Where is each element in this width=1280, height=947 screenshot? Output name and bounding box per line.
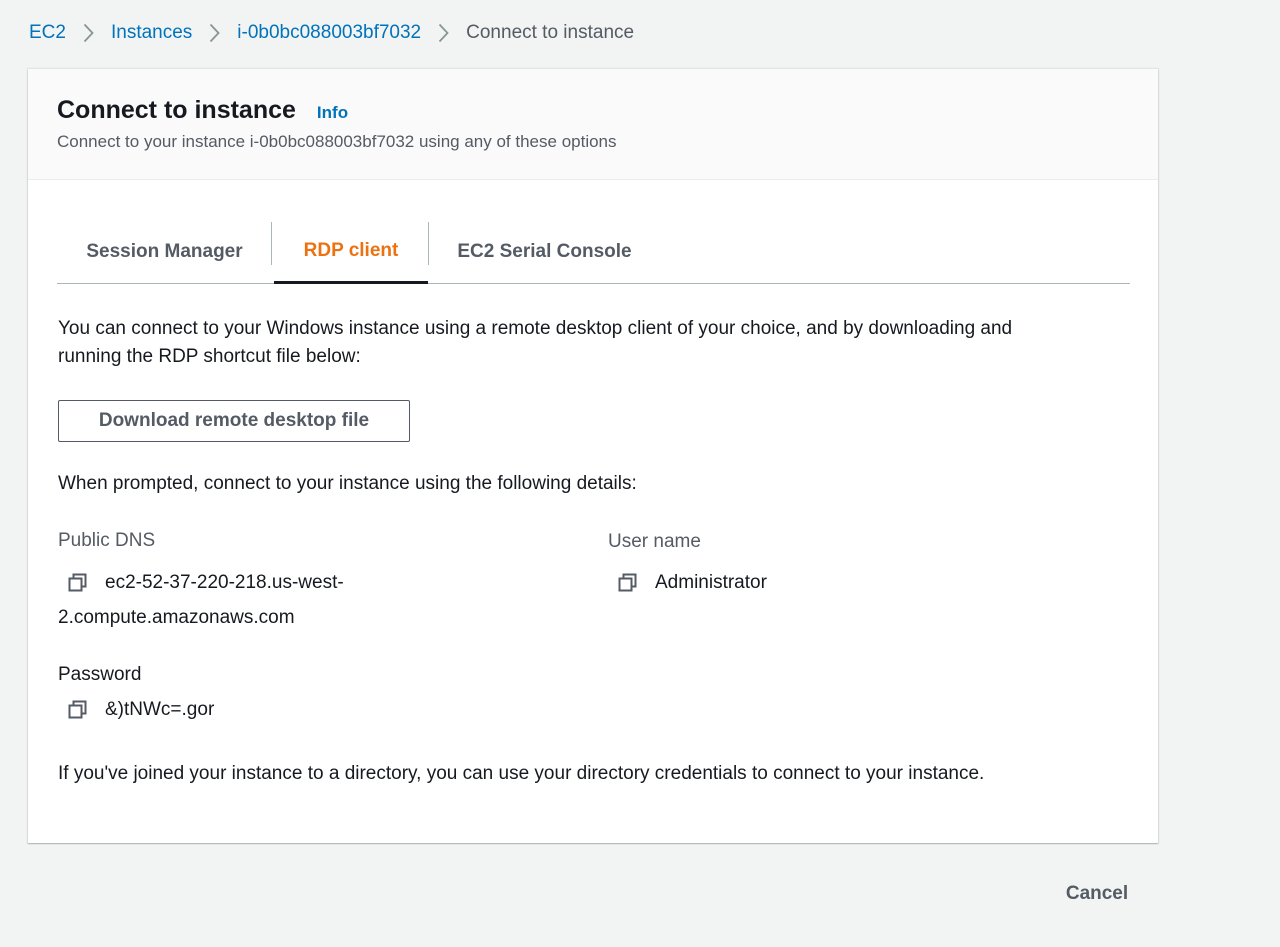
directory-note: If you've joined your instance to a dire… [58, 763, 985, 784]
breadcrumb-current: Connect to instance [466, 22, 635, 43]
tab-rdp-client[interactable]: RDP client [274, 220, 428, 284]
breadcrumb-instances[interactable]: Instances [111, 22, 192, 44]
tab-session-manager[interactable]: Session Manager [57, 220, 272, 284]
page-subtitle: Connect to your instance i-0b0bc088003bf… [57, 132, 617, 151]
cancel-button[interactable]: Cancel [1050, 876, 1144, 912]
breadcrumb: EC2 Instances i-0b0bc088003bf7032 Connec… [29, 20, 634, 46]
public-dns-value-line1: ec2-52-37-220-218.us-west- [105, 572, 344, 593]
info-link[interactable]: Info [317, 103, 348, 123]
tab-divider [271, 222, 272, 265]
public-dns-value-line2: 2.compute.amazonaws.com [58, 607, 295, 628]
copy-icon[interactable] [618, 573, 638, 593]
user-name-value: Administrator [655, 572, 767, 593]
public-dns-label: Public DNS [58, 530, 156, 551]
rdp-intro-line2: running the RDP shortcut file below: [58, 346, 361, 367]
chevron-right-icon [83, 23, 94, 43]
rdp-intro-line1: You can connect to your Windows instance… [58, 318, 1013, 339]
title-row: Connect to instance Info [57, 96, 348, 125]
download-remote-desktop-file-button[interactable]: Download remote desktop file [58, 400, 410, 442]
user-name-label: User name [608, 531, 701, 552]
copy-icon[interactable] [68, 700, 88, 720]
connection-prompt: When prompted, connect to your instance … [58, 473, 637, 494]
card-header: Connect to instance Info Connect to your… [28, 69, 1158, 180]
breadcrumb-instance-id[interactable]: i-0b0bc088003bf7032 [237, 22, 421, 44]
connect-card: Connect to instance Info Connect to your… [28, 69, 1158, 843]
chevron-right-icon [438, 23, 449, 43]
breadcrumb-ec2[interactable]: EC2 [29, 22, 66, 44]
password-label: Password [58, 664, 142, 685]
chevron-right-icon [209, 23, 221, 43]
copy-icon[interactable] [68, 573, 88, 593]
tab-ec2-serial-console[interactable]: EC2 Serial Console [429, 220, 660, 284]
password-value: &)tNWc=.gor [105, 699, 215, 720]
page-title: Connect to instance [57, 96, 296, 124]
connection-tabs: Session Manager RDP client EC2 Serial Co… [57, 220, 1130, 284]
